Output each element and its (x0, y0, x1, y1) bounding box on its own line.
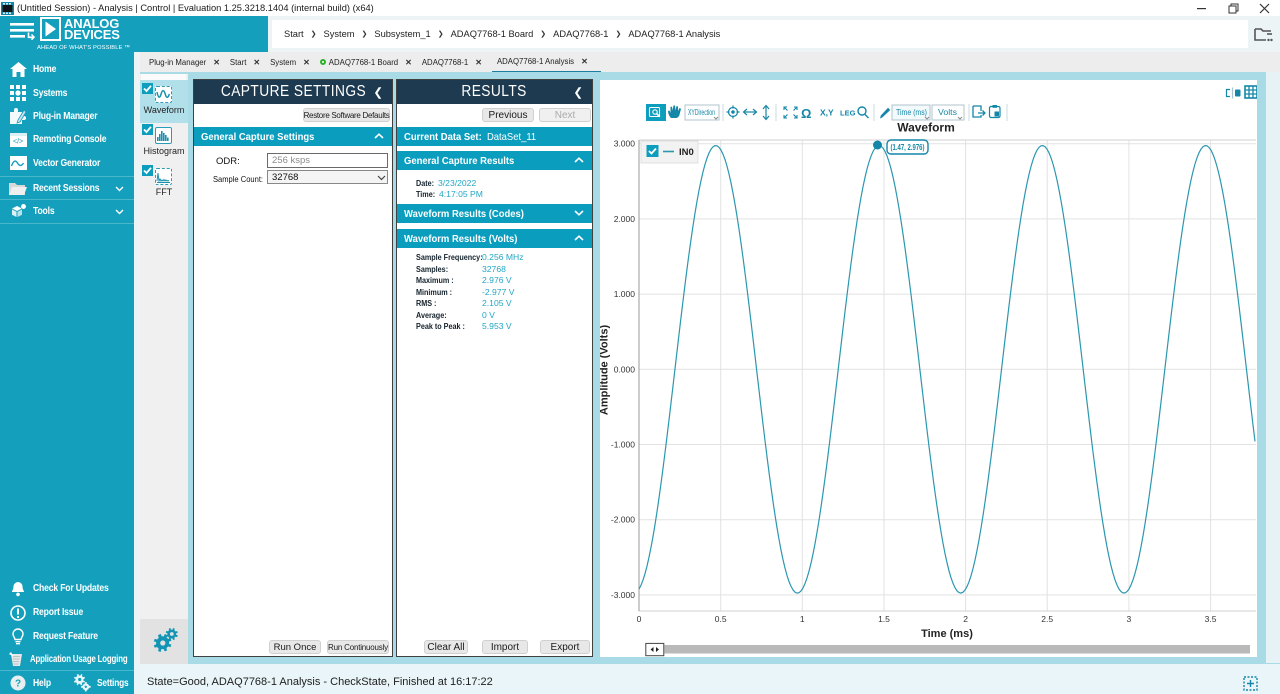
svg-text:3.000: 3.000 (614, 139, 636, 149)
svg-text:Volts: Volts (938, 108, 957, 117)
svg-text:-3.000: -3.000 (611, 590, 635, 600)
svg-text:1: 1 (800, 614, 805, 624)
svg-text:Waveform: Waveform (897, 121, 955, 135)
svg-text:0.5: 0.5 (715, 614, 727, 624)
svg-text:X,Y: X,Y (820, 108, 834, 118)
svg-text:1.000: 1.000 (614, 289, 636, 299)
svg-text:Amplitude (Volts): Amplitude (Volts) (600, 325, 611, 416)
svg-text:3: 3 (1127, 614, 1132, 624)
svg-text:2.000: 2.000 (614, 214, 636, 224)
svg-text:-1.000: -1.000 (611, 440, 635, 450)
svg-text:LEG: LEG (840, 109, 856, 118)
svg-text:(1.47, 2.976): (1.47, 2.976) (891, 142, 925, 152)
svg-text:?: ? (15, 679, 21, 690)
svg-text:IN0: IN0 (679, 147, 694, 158)
svg-text:0: 0 (637, 614, 642, 624)
svg-text:2.5: 2.5 (1041, 614, 1053, 624)
svg-text:Time (ms): Time (ms) (921, 628, 973, 640)
svg-text:</>: </> (13, 138, 23, 145)
svg-text:-2.000: -2.000 (611, 515, 635, 525)
svg-text:0.000: 0.000 (614, 364, 636, 374)
svg-text:Ω: Ω (801, 106, 811, 121)
svg-text:1.5: 1.5 (878, 614, 890, 624)
svg-text:3.5: 3.5 (1205, 614, 1217, 624)
svg-text:2: 2 (963, 614, 968, 624)
svg-text:XYDirection: XYDirection (688, 108, 715, 117)
svg-text:Time (ms): Time (ms) (896, 108, 927, 117)
